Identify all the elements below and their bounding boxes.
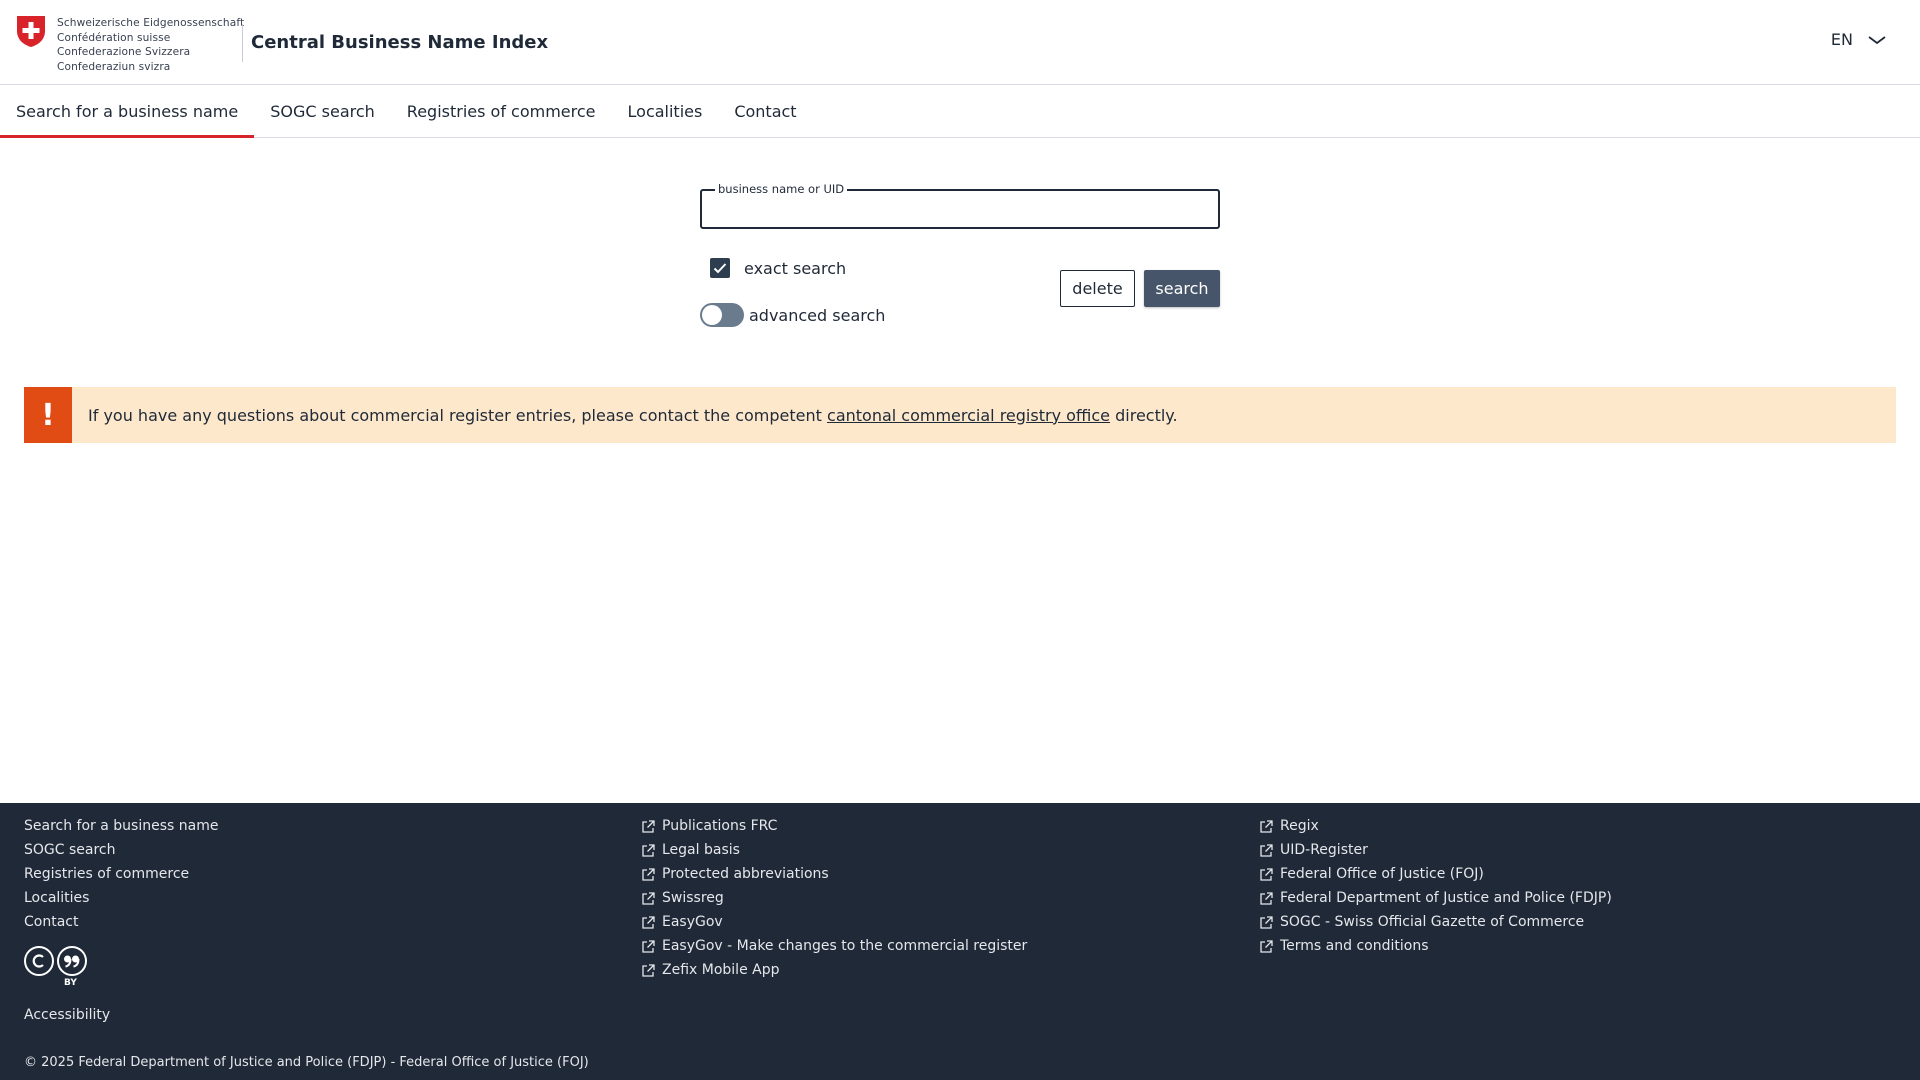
footer-link-protected-abbreviations[interactable]: Protected abbreviations xyxy=(642,862,1027,886)
footer-link-label: Federal Department of Justice and Police… xyxy=(1280,890,1612,906)
footer-link-label: Federal Office of Justice (FOJ) xyxy=(1280,866,1484,882)
page: Schweizerische Eidgenossenschaft Confédé… xyxy=(0,0,1920,1080)
attribution-icon xyxy=(57,946,87,976)
site-header: Schweizerische Eidgenossenschaft Confédé… xyxy=(0,0,1920,85)
external-link-icon xyxy=(1260,819,1273,833)
footer-link-localities[interactable]: Localities xyxy=(24,886,218,910)
exact-search-label: exact search xyxy=(744,258,847,278)
nav-item-label: Registries of commerce xyxy=(406,102,596,121)
copyright-text: © 2025 Federal Department of Justice and… xyxy=(24,1055,589,1070)
footer-link-label: Zefix Mobile App xyxy=(662,962,780,978)
footer-link-terms[interactable]: Terms and conditions xyxy=(1260,934,1612,958)
business-name-field: business name or UID xyxy=(700,182,1220,229)
footer-link-label: SOGC - Swiss Official Gazette of Commerc… xyxy=(1280,914,1585,930)
checkmark-icon xyxy=(713,263,727,274)
external-link-icon xyxy=(642,963,655,977)
language-code: EN xyxy=(1830,30,1853,49)
footer-link-zefix-mobile-app[interactable]: Zefix Mobile App xyxy=(642,958,1027,982)
search-button[interactable]: search xyxy=(1144,270,1220,307)
federation-name-fr: Confédération suisse xyxy=(57,31,171,44)
footer-link-foj[interactable]: Federal Office of Justice (FOJ) xyxy=(1260,862,1612,886)
nav-item-contact[interactable]: Contact xyxy=(718,86,812,137)
toggle-knob xyxy=(702,305,722,325)
exclamation-icon: ! xyxy=(24,387,72,443)
external-link-icon xyxy=(642,939,655,953)
footer-link-easygov[interactable]: EasyGov xyxy=(642,910,1027,934)
footer-link-label: EasyGov xyxy=(662,914,723,930)
footer-link-contact[interactable]: Contact xyxy=(24,910,218,934)
external-link-icon xyxy=(1260,867,1273,881)
footer-external-links-column-2: Regix UID-Register Federal Office of Jus… xyxy=(1260,814,1612,958)
advanced-search-toggle[interactable] xyxy=(700,303,744,327)
footer-link-publications-frc[interactable]: Publications FRC xyxy=(642,814,1027,838)
swiss-coat-of-arms-icon xyxy=(17,16,45,47)
external-link-icon xyxy=(1260,843,1273,857)
federal-logo[interactable]: Schweizerische Eidgenossenschaft Confédé… xyxy=(16,15,244,74)
footer-link-label: Terms and conditions xyxy=(1280,938,1429,954)
main-nav: Search for a business name SOGC search R… xyxy=(0,86,1920,138)
footer-link-label: EasyGov - Make changes to the commercial… xyxy=(662,938,1028,954)
external-link-icon xyxy=(642,867,655,881)
federation-names: Schweizerische Eidgenossenschaft Confédé… xyxy=(57,16,244,74)
footer-link-regix[interactable]: Regix xyxy=(1260,814,1612,838)
footer-external-links-column-1: Publications FRC Legal basis Protected a… xyxy=(642,814,1027,982)
nav-item-sogc-search[interactable]: SOGC search xyxy=(254,86,391,137)
footer-link-sogc-search[interactable]: SOGC search xyxy=(24,838,218,862)
nav-item-label: Localities xyxy=(627,102,703,121)
footer-link-easygov-changes[interactable]: EasyGov - Make changes to the commercial… xyxy=(642,934,1027,958)
external-link-icon xyxy=(1260,939,1273,953)
header-divider xyxy=(242,24,243,62)
external-link-icon xyxy=(642,819,655,833)
notice-text: If you have any questions about commerci… xyxy=(88,406,1178,425)
nav-item-registries[interactable]: Registries of commerce xyxy=(391,86,612,137)
nav-item-localities[interactable]: Localities xyxy=(612,86,719,137)
advanced-search-label: advanced search xyxy=(749,305,886,325)
footer-link-sogc[interactable]: SOGC - Swiss Official Gazette of Commerc… xyxy=(1260,910,1612,934)
accessibility-link[interactable]: Accessibility xyxy=(24,1007,110,1023)
nav-item-label: SOGC search xyxy=(270,102,375,121)
footer-link-label: UID-Register xyxy=(1280,842,1368,858)
app-title[interactable]: Central Business Name Index xyxy=(251,32,548,53)
federation-name-it: Confederazione Svizzera xyxy=(57,46,191,58)
external-link-icon xyxy=(1260,891,1273,905)
exact-search-checkbox[interactable] xyxy=(710,258,730,278)
footer-link-legal-basis[interactable]: Legal basis xyxy=(642,838,1027,862)
footer-link-label: Regix xyxy=(1280,818,1319,834)
footer-link-fdjp[interactable]: Federal Department of Justice and Police… xyxy=(1260,886,1612,910)
site-footer: Search for a business name SOGC search R… xyxy=(0,803,1920,1080)
chevron-down-icon xyxy=(1868,35,1886,44)
footer-link-uid-register[interactable]: UID-Register xyxy=(1260,838,1612,862)
language-selector[interactable]: EN xyxy=(1831,30,1886,49)
info-notice: ! If you have any questions about commer… xyxy=(24,387,1896,443)
nav-item-label: Search for a business name xyxy=(16,102,239,121)
footer-link-label: Publications FRC xyxy=(662,818,778,834)
external-link-icon xyxy=(642,915,655,929)
exact-search-row: exact search xyxy=(710,258,846,278)
footer-link-search-business-name[interactable]: Search for a business name xyxy=(24,814,218,838)
external-link-icon xyxy=(642,891,655,905)
footer-link-swissreg[interactable]: Swissreg xyxy=(642,886,1027,910)
business-name-input[interactable] xyxy=(702,191,1218,227)
footer-link-registries[interactable]: Registries of commerce xyxy=(24,862,218,886)
federation-name-rm: Confederaziun svizra xyxy=(57,60,171,73)
cc-by-label: BY xyxy=(64,978,77,988)
nav-item-search-business-name[interactable]: Search for a business name xyxy=(0,86,255,138)
business-name-field-label: business name or UID xyxy=(715,182,848,196)
nav-item-label: Contact xyxy=(734,102,797,121)
advanced-search-row: advanced search xyxy=(700,303,885,327)
creative-commons-badge[interactable]: BY xyxy=(24,946,87,988)
notice-text-before: If you have any questions about commerci… xyxy=(88,405,822,425)
cc-icon xyxy=(24,946,54,976)
external-link-icon xyxy=(642,843,655,857)
footer-nav-column: Search for a business name SOGC search R… xyxy=(24,814,218,934)
footer-link-label: Swissreg xyxy=(662,890,724,906)
cantonal-registry-link[interactable]: cantonal commercial registry office xyxy=(827,406,1110,425)
footer-link-label: Legal basis xyxy=(662,842,740,858)
delete-button[interactable]: delete xyxy=(1060,270,1135,307)
external-link-icon xyxy=(1260,915,1273,929)
notice-text-after: directly. xyxy=(1115,405,1178,425)
footer-link-label: Protected abbreviations xyxy=(662,866,829,882)
federation-name-de: Schweizerische Eidgenossenschaft xyxy=(57,17,245,29)
